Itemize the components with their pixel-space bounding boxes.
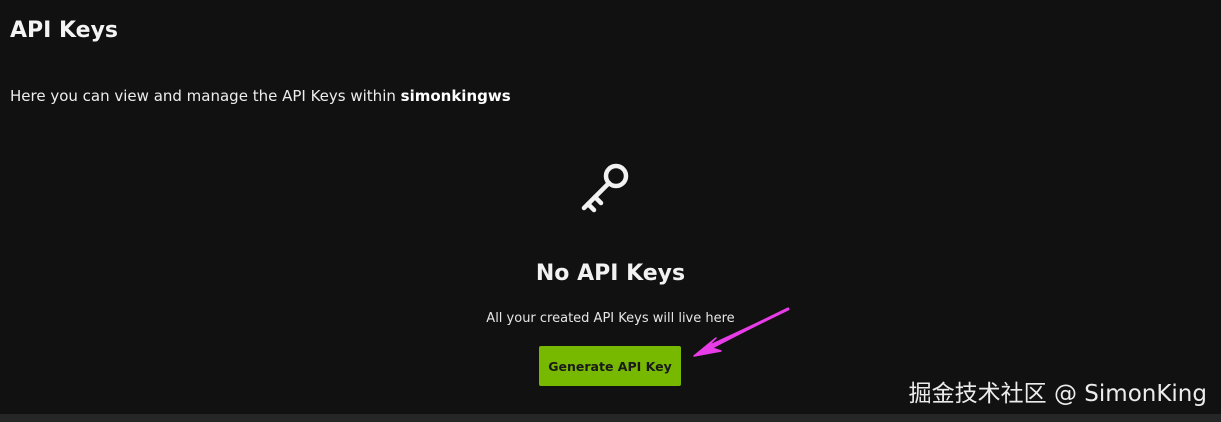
api-keys-page: API Keys Here you can view and manage th… (0, 0, 1221, 414)
empty-state-title: No API Keys (535, 261, 686, 286)
page-description: Here you can view and manage the API Key… (10, 87, 511, 105)
description-text: Here you can view and manage the API Key… (10, 87, 401, 105)
page-title: API Keys (10, 18, 119, 43)
watermark-text: 掘金技术社区 @ SimonKing (908, 381, 1207, 407)
arrow-icon (693, 307, 790, 357)
empty-state-message: All your created API Keys will live here (486, 311, 735, 326)
generate-api-key-button[interactable]: Generate API Key (539, 346, 681, 386)
bottom-divider (0, 414, 1221, 422)
key-icon (581, 163, 629, 213)
organization-name: simonkingws (400, 87, 511, 105)
